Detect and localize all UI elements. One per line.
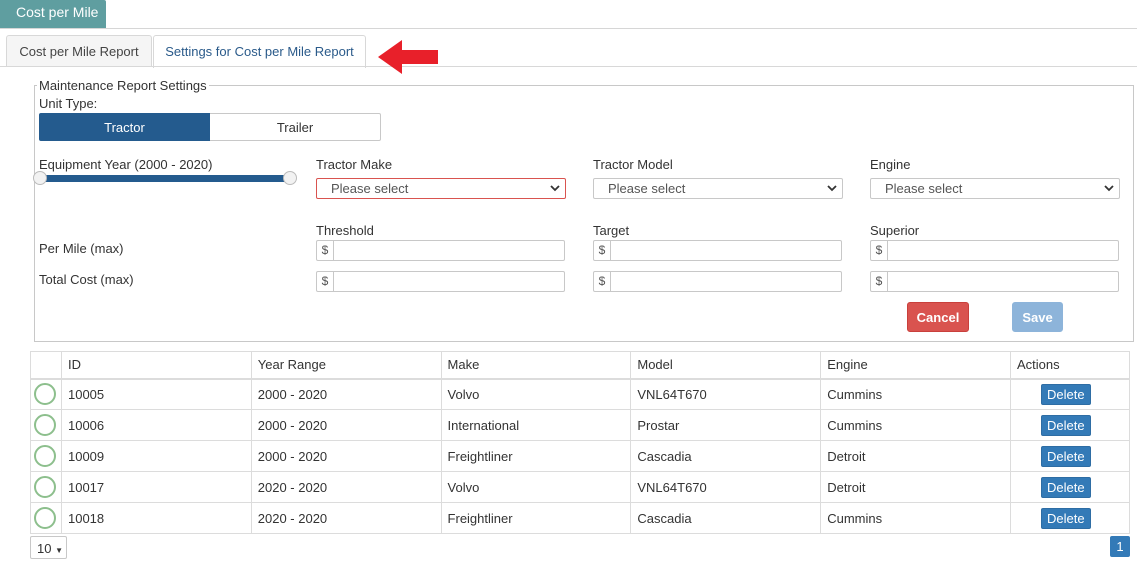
row-select-radio[interactable] [34,414,56,436]
unit-type-label: Unit Type: [39,96,98,111]
total-cost-threshold-input[interactable]: $ [316,271,565,292]
tractor-make-value: Please select [331,181,409,196]
table-header-row: ID Year Range Make Model Engine Actions [30,351,1130,380]
cell-year-range: 2000 - 2020 [250,440,442,472]
cell-model: Cascadia [630,502,822,534]
per-mile-superior-input[interactable]: $ [870,240,1119,261]
cell-year-range: 2020 - 2020 [250,502,442,534]
row-select-radio[interactable] [34,476,56,498]
tractor-model-value: Please select [608,181,686,196]
per-mile-threshold-input[interactable]: $ [316,240,565,261]
engine-label: Engine [870,157,911,172]
cell-make: Freightliner [440,502,632,534]
table-row: 10005 2000 - 2020 Volvo VNL64T670 Cummin… [30,378,1130,410]
cell-model: VNL64T670 [630,378,822,410]
save-button[interactable]: Save [1012,302,1063,332]
cell-make: Freightliner [440,440,632,472]
tractor-model-label: Tractor Model [593,157,673,172]
delete-button[interactable]: Delete [1041,476,1091,498]
superior-label: Superior [870,223,920,238]
cell-model: VNL64T670 [630,471,822,503]
total-cost-target-input[interactable]: $ [593,271,842,292]
slider-max-handle[interactable] [283,171,297,185]
unit-type-tractor-button[interactable]: Tractor [39,113,210,141]
currency-symbol: $ [594,272,611,291]
chevron-down-icon [550,185,560,192]
cell-id: 10009 [60,440,252,472]
page-number-button[interactable]: 1 [1110,536,1130,557]
settings-table: ID Year Range Make Model Engine Actions … [30,351,1130,534]
tab-divider [0,66,1137,67]
tab-settings[interactable]: Settings for Cost per Mile Report [153,35,366,68]
tractor-make-label: Tractor Make [316,157,393,172]
delete-button[interactable]: Delete [1041,383,1091,405]
settings-legend: Maintenance Report Settings [39,78,207,93]
select-column-header [30,351,62,380]
currency-symbol: $ [594,241,611,260]
cell-id: 10005 [60,378,252,410]
cell-engine: Detroit [820,471,1012,503]
slider-min-handle[interactable] [33,171,47,185]
currency-symbol: $ [871,241,888,260]
cancel-button[interactable]: Cancel [907,302,969,332]
unit-type-trailer-button[interactable]: Trailer [210,113,381,141]
total-cost-superior-input[interactable]: $ [870,271,1119,292]
tractor-model-select[interactable]: Please select [593,178,843,199]
red-arrow-icon [378,40,438,74]
page-header-tab: Cost per Mile [0,0,106,28]
cell-year-range: 2020 - 2020 [250,471,442,503]
row-select-radio[interactable] [34,507,56,529]
delete-button[interactable]: Delete [1041,414,1091,436]
currency-symbol: $ [317,272,334,291]
cell-model: Cascadia [630,440,822,472]
cell-engine: Cummins [820,409,1012,441]
currency-symbol: $ [871,272,888,291]
target-label: Target [593,223,630,238]
delete-button[interactable]: Delete [1041,507,1091,529]
cell-engine: Cummins [820,502,1012,534]
equipment-year-label: Equipment Year (2000 - 2020) [39,157,213,172]
per-mile-target-input[interactable]: $ [593,240,842,261]
currency-symbol: $ [317,241,334,260]
cell-year-range: 2000 - 2020 [250,378,442,410]
tab-cost-per-mile-report[interactable]: Cost per Mile Report [6,35,152,67]
column-header-year-range: Year Range [250,351,442,380]
delete-button[interactable]: Delete [1041,445,1091,467]
per-mile-label: Per Mile (max) [39,241,124,256]
column-header-make: Make [440,351,632,380]
divider [0,28,1137,29]
cell-id: 10017 [60,471,252,503]
threshold-label: Threshold [316,223,374,238]
row-select-radio[interactable] [34,445,56,467]
cell-engine: Cummins [820,378,1012,410]
cell-make: Volvo [440,378,632,410]
table-row: 10006 2000 - 2020 International Prostar … [30,409,1130,441]
row-select-radio[interactable] [34,383,56,406]
engine-select[interactable]: Please select [870,178,1120,199]
column-header-actions: Actions [1010,351,1130,380]
engine-value: Please select [885,181,963,196]
chevron-down-icon [827,185,837,192]
cell-make: Volvo [440,471,632,503]
equipment-year-slider[interactable] [39,175,290,182]
page-size-dropdown[interactable]: 10 ▼ [30,536,67,559]
cell-model: Prostar [630,409,822,441]
cell-make: International [440,409,632,441]
chevron-down-icon [1104,185,1114,192]
table-row: 10009 2000 - 2020 Freightliner Cascadia … [30,440,1130,472]
column-header-model: Model [630,351,822,380]
column-header-id: ID [60,351,252,380]
total-cost-label: Total Cost (max) [39,272,134,287]
cell-engine: Detroit [820,440,1012,472]
column-header-engine: Engine [820,351,1012,380]
cell-id: 10006 [60,409,252,441]
table-row: 10017 2020 - 2020 Volvo VNL64T670 Detroi… [30,471,1130,503]
cell-id: 10018 [60,502,252,534]
caret-down-icon: ▼ [55,546,64,555]
page-size-value: 10 [37,541,52,556]
table-row: 10018 2020 - 2020 Freightliner Cascadia … [30,502,1130,534]
tractor-make-select[interactable]: Please select [316,178,566,199]
cell-year-range: 2000 - 2020 [250,409,442,441]
